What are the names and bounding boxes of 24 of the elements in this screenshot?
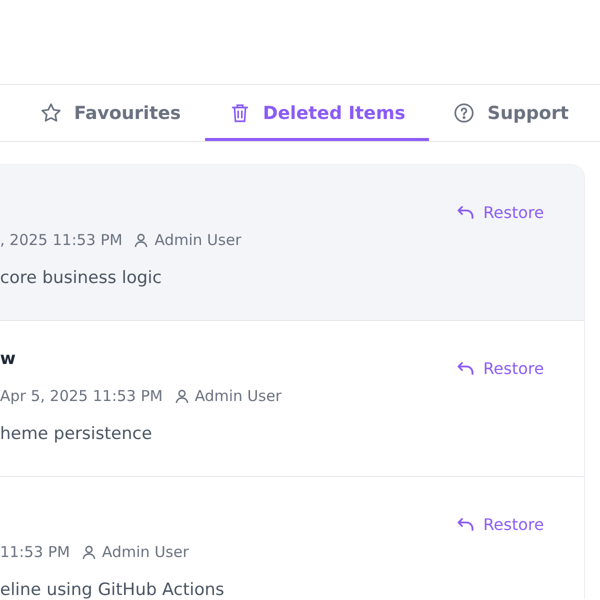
user-name: Admin User (102, 543, 189, 561)
item-description: heme persistence (0, 424, 152, 444)
tab[interactable]: Favourites (40, 85, 205, 141)
user-icon (134, 232, 148, 248)
restore-button[interactable]: Restore (457, 357, 544, 380)
help-icon (453, 102, 476, 124)
undo-icon (457, 518, 476, 532)
user-icon (82, 544, 96, 560)
deleted-date: 11:53 PM (0, 543, 70, 561)
tab[interactable]: Support (429, 85, 593, 141)
undo-icon (457, 206, 476, 220)
user-name: Admin User (154, 231, 242, 249)
restore-button[interactable]: Restore (457, 513, 544, 536)
tab[interactable]: Deleted Items (204, 85, 430, 141)
deleted-date: , 2025 11:53 PM (0, 231, 122, 249)
user-icon (174, 388, 189, 404)
restore-button[interactable]: Restore (457, 201, 544, 224)
deleted-date: Apr 5, 2025 11:53 PM (0, 387, 163, 405)
undo-icon (457, 362, 476, 376)
star-icon (40, 102, 62, 124)
item-description: core business logic (0, 268, 162, 288)
user-name: Admin User (194, 387, 282, 405)
item-title: w (0, 349, 16, 369)
item-description: eline using GitHub Actions (0, 580, 224, 599)
